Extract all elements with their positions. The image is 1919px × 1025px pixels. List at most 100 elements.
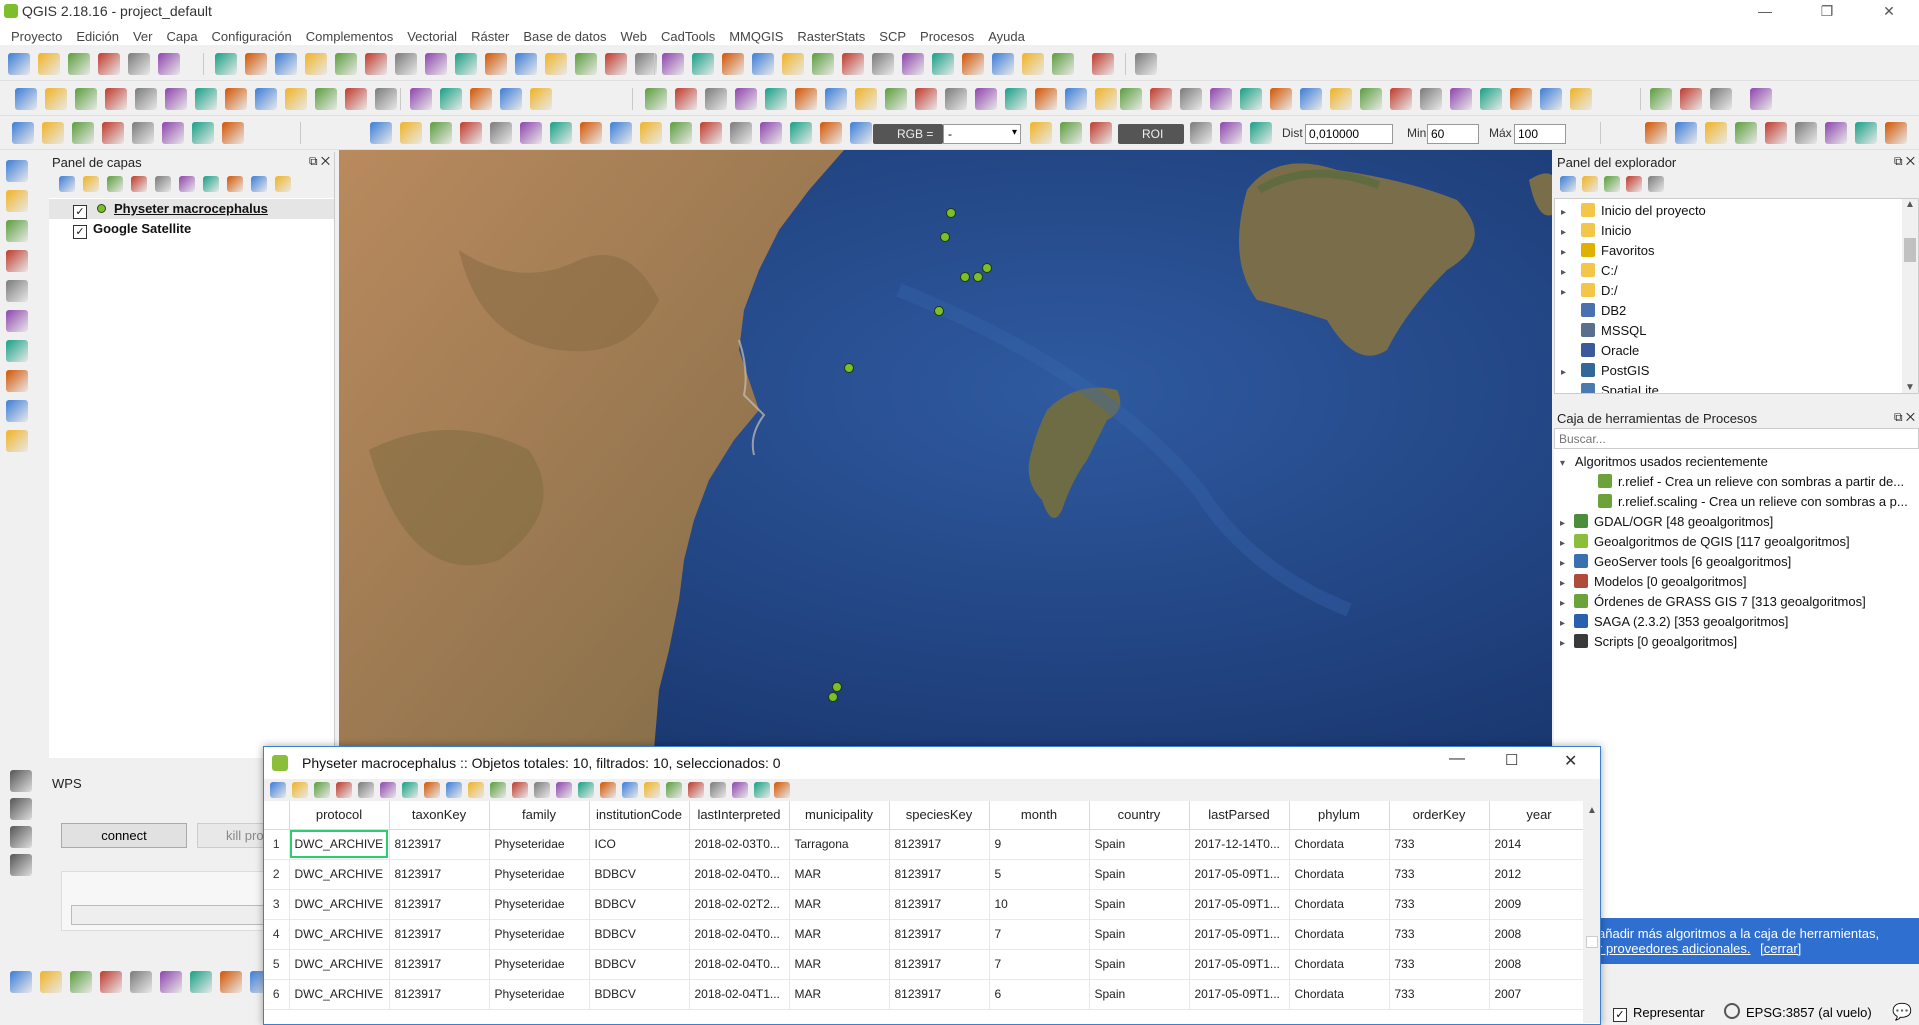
table-cell[interactable]: 2017-05-09T1... (1189, 979, 1290, 1010)
row-number[interactable]: 4 (264, 919, 290, 950)
add-layer-tool-icon[interactable] (6, 220, 28, 242)
edit-tool-icon[interactable] (105, 88, 127, 110)
scp-tool-icon[interactable] (1735, 122, 1757, 144)
attribute-table-tool-icon[interactable] (774, 782, 790, 798)
panel-float-close-icons[interactable]: ⧉ ✕ (1894, 154, 1915, 169)
table-cell[interactable]: Physeteridae (489, 979, 590, 1010)
main-tool-icon[interactable] (365, 53, 387, 75)
main-tool-icon[interactable] (842, 53, 864, 75)
table-cell[interactable]: 8123917 (389, 889, 490, 920)
scp-tool-icon[interactable] (192, 122, 214, 144)
table-cell[interactable]: 8123917 (889, 889, 990, 920)
table-cell[interactable]: BDBCV (589, 859, 690, 890)
table-cell[interactable]: Physeteridae (489, 949, 590, 980)
table-cell[interactable]: Chordata (1289, 919, 1390, 950)
rgb-select[interactable]: - ▾ (943, 124, 1021, 144)
main-tool-icon[interactable] (395, 53, 417, 75)
layer-row-google-satellite[interactable]: ✓ Google Satellite (49, 219, 334, 239)
menu-item-web[interactable]: Web (614, 23, 655, 45)
occurrence-point[interactable] (832, 682, 842, 692)
edit-tool-icon[interactable] (75, 88, 97, 110)
table-row[interactable]: 3 DWC_ARCHIVE 8123917 Physeteridae BDBCV 2018… (264, 889, 1590, 920)
edit-tool-icon[interactable] (1750, 88, 1772, 110)
add-layer-tool-icon[interactable] (6, 160, 28, 182)
edit-tool-icon[interactable] (1035, 88, 1057, 110)
menu-item-rasterstats[interactable]: RasterStats (790, 23, 872, 45)
main-tool-icon[interactable] (1135, 53, 1157, 75)
table-cell[interactable]: 2018-02-03T0... (689, 829, 790, 860)
scp-tool-icon[interactable] (1250, 122, 1272, 144)
edit-tool-icon[interactable] (225, 88, 247, 110)
add-layer-tool-icon[interactable] (6, 190, 28, 212)
explorer-item[interactable]: Oracle (1555, 341, 1918, 361)
table-cell[interactable]: BDBCV (589, 919, 690, 950)
digitize-tool-icon[interactable] (40, 971, 62, 993)
menu-item-ráster[interactable]: Ráster (464, 23, 516, 45)
layer-visibility-checkbox[interactable]: ✓ (73, 225, 87, 239)
menu-item-scp[interactable]: SCP (872, 23, 913, 45)
edit-tool-icon[interactable] (1540, 88, 1562, 110)
main-tool-icon[interactable] (305, 53, 327, 75)
attribute-table-tool-icon[interactable] (468, 782, 484, 798)
layers-panel-tool-icon[interactable] (131, 176, 147, 192)
table-cell[interactable]: 2018-02-04T0... (689, 859, 790, 890)
digitize-tool-icon[interactable] (130, 971, 152, 993)
column-header[interactable]: municipality (789, 801, 890, 830)
table-cell[interactable]: 8123917 (389, 949, 490, 980)
crs-status-button[interactable]: EPSG:3857 (al vuelo) (1746, 1005, 1872, 1020)
scp-tool-icon[interactable] (640, 122, 662, 144)
table-cell[interactable]: 9 (989, 829, 1090, 860)
occurrence-point[interactable] (960, 272, 970, 282)
edit-tool-icon[interactable] (530, 88, 552, 110)
table-cell[interactable]: 733 (1389, 979, 1490, 1010)
menu-item-edición[interactable]: Edición (69, 23, 126, 45)
chevron-right-icon[interactable]: ▸ (1560, 514, 1572, 534)
chevron-right-icon[interactable]: ▸ (1560, 574, 1572, 594)
recent-algorithm-item[interactable]: r.relief.scaling - Crea un relieve con s… (1554, 492, 1919, 512)
table-cell[interactable]: Physeteridae (489, 889, 590, 920)
edit-tool-icon[interactable] (345, 88, 367, 110)
scp-tool-icon[interactable] (1765, 122, 1787, 144)
digitize-tool-icon[interactable] (190, 971, 212, 993)
edit-tool-icon[interactable] (675, 88, 697, 110)
edit-tool-icon[interactable] (1330, 88, 1352, 110)
table-cell[interactable]: Spain (1089, 889, 1190, 920)
edit-tool-icon[interactable] (135, 88, 157, 110)
row-number[interactable]: 5 (264, 949, 290, 980)
menu-item-cadtools[interactable]: CadTools (654, 23, 722, 45)
edit-tool-icon[interactable] (795, 88, 817, 110)
table-cell[interactable]: MAR (789, 889, 890, 920)
table-cell[interactable]: MAR (789, 919, 890, 950)
table-cell[interactable]: 8123917 (889, 949, 990, 980)
explorer-tool-icon[interactable] (1560, 176, 1576, 192)
column-header[interactable]: lastInterpreted (689, 801, 790, 830)
table-cell[interactable]: DWC_ARCHIVE (289, 829, 390, 860)
main-tool-icon[interactable] (98, 53, 120, 75)
attribute-table-tool-icon[interactable] (688, 782, 704, 798)
scp-tool-icon[interactable] (12, 122, 34, 144)
column-header[interactable]: phylum (1289, 801, 1390, 830)
explorer-item[interactable]: DB2 (1555, 301, 1918, 321)
scp-tool-icon[interactable] (1825, 122, 1847, 144)
main-tool-icon[interactable] (812, 53, 834, 75)
edit-tool-icon[interactable] (1480, 88, 1502, 110)
table-cell[interactable]: 8123917 (389, 979, 490, 1010)
menu-item-vectorial[interactable]: Vectorial (400, 23, 464, 45)
table-cell[interactable]: 8123917 (889, 919, 990, 950)
digitize-tool-icon[interactable] (100, 971, 122, 993)
edit-tool-icon[interactable] (945, 88, 967, 110)
column-header[interactable]: country (1089, 801, 1190, 830)
main-tool-icon[interactable] (1052, 53, 1074, 75)
layer-row-physeter[interactable]: ✓ Physeter macrocephalus (49, 199, 334, 219)
table-cell[interactable]: MAR (789, 979, 890, 1010)
plugin-tool-icon[interactable] (10, 854, 32, 876)
column-header[interactable]: lastParsed (1189, 801, 1290, 830)
edit-tool-icon[interactable] (165, 88, 187, 110)
edit-tool-icon[interactable] (255, 88, 277, 110)
provider-group[interactable]: ▸ Modelos [0 geoalgoritmos] (1554, 572, 1919, 592)
edit-tool-icon[interactable] (375, 88, 397, 110)
explorer-tool-icon[interactable] (1626, 176, 1642, 192)
edit-tool-icon[interactable] (1680, 88, 1702, 110)
table-cell[interactable]: 10 (989, 889, 1090, 920)
edit-tool-icon[interactable] (855, 88, 877, 110)
